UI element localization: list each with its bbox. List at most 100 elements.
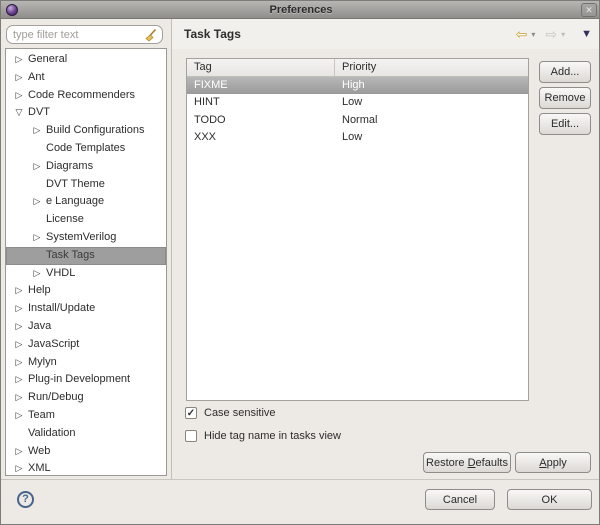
restore-defaults-button[interactable]: Restore Defaults bbox=[423, 452, 511, 473]
tree-item-web[interactable]: ▷ Web bbox=[6, 443, 166, 461]
cell-tag: FIXME bbox=[194, 79, 228, 91]
tree-item-build-configurations[interactable]: ▷ Build Configurations bbox=[6, 122, 166, 140]
tree-item-e-language[interactable]: ▷ e Language bbox=[6, 193, 166, 211]
tree-expander-icon[interactable]: ▽ bbox=[12, 104, 26, 122]
tree-item-ant[interactable]: ▷ Ant bbox=[6, 69, 166, 87]
tree-expander-icon[interactable]: ▷ bbox=[30, 193, 44, 211]
remove-button[interactable]: Remove bbox=[539, 87, 591, 109]
page-header: Task Tags ⇦ ▾ ⇨ ▾ ▼ bbox=[172, 19, 599, 49]
tree-item-team[interactable]: ▷ Team bbox=[6, 407, 166, 425]
preferences-dialog: Preferences ✕ ▷ General ▷ Ant ▷ Code Rec… bbox=[0, 0, 600, 525]
tree-item-run-debug[interactable]: ▷ Run/Debug bbox=[6, 389, 166, 407]
edit-button[interactable]: Edit... bbox=[539, 113, 591, 135]
tree-item-systemverilog[interactable]: ▷ SystemVerilog bbox=[6, 229, 166, 247]
tree-item-label: Web bbox=[28, 444, 51, 457]
tree-item-label: Code Recommenders bbox=[28, 88, 135, 101]
tree-item-validation[interactable]: Validation bbox=[6, 425, 166, 443]
window-title: Preferences bbox=[269, 3, 333, 16]
tree-item-javascript[interactable]: ▷ JavaScript bbox=[6, 336, 166, 354]
tree-expander-icon[interactable]: ▷ bbox=[12, 282, 26, 300]
footer-divider bbox=[1, 479, 599, 480]
tree-item-vhdl[interactable]: ▷ VHDL bbox=[6, 265, 166, 283]
tree-item-label: Java bbox=[28, 319, 52, 332]
column-header-tag[interactable]: Tag bbox=[187, 59, 335, 76]
tree-expander-icon[interactable]: ▷ bbox=[12, 69, 26, 87]
tree-item-xml[interactable]: ▷ XML bbox=[6, 460, 166, 475]
tree-item-task-tags[interactable]: Task Tags bbox=[6, 246, 166, 265]
cancel-button[interactable]: Cancel bbox=[425, 489, 495, 510]
task-tag-row-xxx[interactable]: XXX Low bbox=[187, 129, 528, 146]
tree-expander-icon[interactable]: ▷ bbox=[30, 265, 44, 283]
tree-expander-icon[interactable]: ▷ bbox=[12, 87, 26, 105]
tree-expander-icon[interactable]: ▷ bbox=[30, 122, 44, 140]
close-icon[interactable]: ✕ bbox=[581, 3, 597, 17]
page-title: Task Tags bbox=[184, 27, 241, 41]
apply-button[interactable]: Apply bbox=[515, 452, 591, 473]
tree-item-label: JavaScript bbox=[28, 337, 80, 350]
tree-expander-icon[interactable]: ▷ bbox=[12, 336, 26, 354]
cell-tag: HINT bbox=[194, 96, 220, 109]
add-button[interactable]: Add... bbox=[539, 61, 591, 83]
tree-item-label: Diagrams bbox=[46, 159, 94, 172]
tree-item-plug-in-development[interactable]: ▷ Plug-in Development bbox=[6, 371, 166, 389]
tree-expander-icon[interactable]: ▷ bbox=[12, 371, 26, 389]
titlebar[interactable]: Preferences ✕ bbox=[1, 1, 599, 19]
tree-expander-icon[interactable]: ▷ bbox=[30, 229, 44, 247]
cell-tag: TODO bbox=[194, 113, 226, 126]
hide-tag-name-checkbox[interactable] bbox=[185, 430, 197, 442]
tree-item-java[interactable]: ▷ Java bbox=[6, 318, 166, 336]
clear-filter-icon[interactable] bbox=[144, 28, 158, 42]
hide-tag-name-option[interactable]: Hide tag name in tasks view bbox=[185, 429, 341, 443]
tree-expander-icon[interactable]: ▷ bbox=[12, 318, 26, 336]
tree-item-diagrams[interactable]: ▷ Diagrams bbox=[6, 158, 166, 176]
tree-expander-icon[interactable]: ▷ bbox=[12, 354, 26, 372]
tree-item-label: Build Configurations bbox=[46, 124, 145, 137]
tree-expander-icon[interactable]: ▷ bbox=[12, 300, 26, 318]
ok-button[interactable]: OK bbox=[507, 489, 592, 510]
tree-expander-icon[interactable]: ▷ bbox=[12, 407, 26, 425]
table-header: Tag Priority bbox=[187, 59, 528, 77]
tree-item-code-recommenders[interactable]: ▷ Code Recommenders bbox=[6, 87, 166, 105]
tree-item-license[interactable]: License bbox=[6, 211, 166, 229]
tree-expander-icon[interactable]: ▷ bbox=[12, 460, 26, 475]
tree-item-label: Mylyn bbox=[28, 355, 57, 368]
forward-arrow-icon[interactable]: ⇨ bbox=[545, 26, 557, 43]
task-tag-row-todo[interactable]: TODO Normal bbox=[187, 112, 528, 129]
forward-menu-chevron-icon[interactable]: ▾ bbox=[561, 30, 565, 39]
tree-item-code-templates[interactable]: Code Templates bbox=[6, 140, 166, 158]
tree-item-label: Help bbox=[28, 284, 51, 297]
tree-item-label: e Language bbox=[46, 195, 105, 208]
tree-item-label: License bbox=[46, 213, 84, 226]
case-sensitive-checkbox[interactable]: ✓ bbox=[185, 407, 197, 419]
tree-item-general[interactable]: ▷ General bbox=[6, 51, 166, 69]
hide-tag-name-label: Hide tag name in tasks view bbox=[204, 430, 341, 442]
help-icon[interactable]: ? bbox=[17, 491, 34, 508]
tree-item-label: Task Tags bbox=[46, 248, 95, 261]
tree-expander-icon[interactable]: ▷ bbox=[12, 389, 26, 407]
tree-item-mylyn[interactable]: ▷ Mylyn bbox=[6, 354, 166, 372]
app-orb-icon bbox=[6, 4, 18, 16]
tree-expander-icon[interactable]: ▷ bbox=[12, 51, 26, 69]
tree-item-label: Ant bbox=[28, 70, 45, 83]
tree-expander-icon[interactable]: ▷ bbox=[12, 443, 26, 461]
back-menu-chevron-icon[interactable]: ▾ bbox=[531, 30, 535, 39]
tree-item-label: VHDL bbox=[46, 266, 76, 279]
cell-priority: Low bbox=[342, 131, 363, 144]
tree-item-label: Run/Debug bbox=[28, 391, 84, 404]
task-tag-row-hint[interactable]: HINT Low bbox=[187, 94, 528, 111]
column-header-priority[interactable]: Priority bbox=[335, 59, 528, 76]
filter-input[interactable] bbox=[6, 25, 163, 44]
view-menu-icon[interactable]: ▼ bbox=[581, 28, 592, 40]
task-tag-row-fixme[interactable]: FIXME High bbox=[187, 77, 528, 95]
tree-item-label: Code Templates bbox=[46, 141, 126, 154]
tree-item-label: XML bbox=[28, 462, 51, 475]
case-sensitive-option[interactable]: ✓ Case sensitive bbox=[185, 406, 276, 420]
tree-item-install-update[interactable]: ▷ Install/Update bbox=[6, 300, 166, 318]
tree-item-dvt-theme[interactable]: DVT Theme bbox=[6, 176, 166, 194]
sash-divider[interactable] bbox=[171, 19, 172, 479]
tree-item-dvt[interactable]: ▽ DVT bbox=[6, 104, 166, 122]
back-arrow-icon[interactable]: ⇦ bbox=[516, 26, 528, 43]
tree-item-help[interactable]: ▷ Help bbox=[6, 282, 166, 300]
task-tags-table: Tag Priority FIXME High HINT Low TODO No… bbox=[186, 58, 529, 401]
tree-expander-icon[interactable]: ▷ bbox=[30, 158, 44, 176]
